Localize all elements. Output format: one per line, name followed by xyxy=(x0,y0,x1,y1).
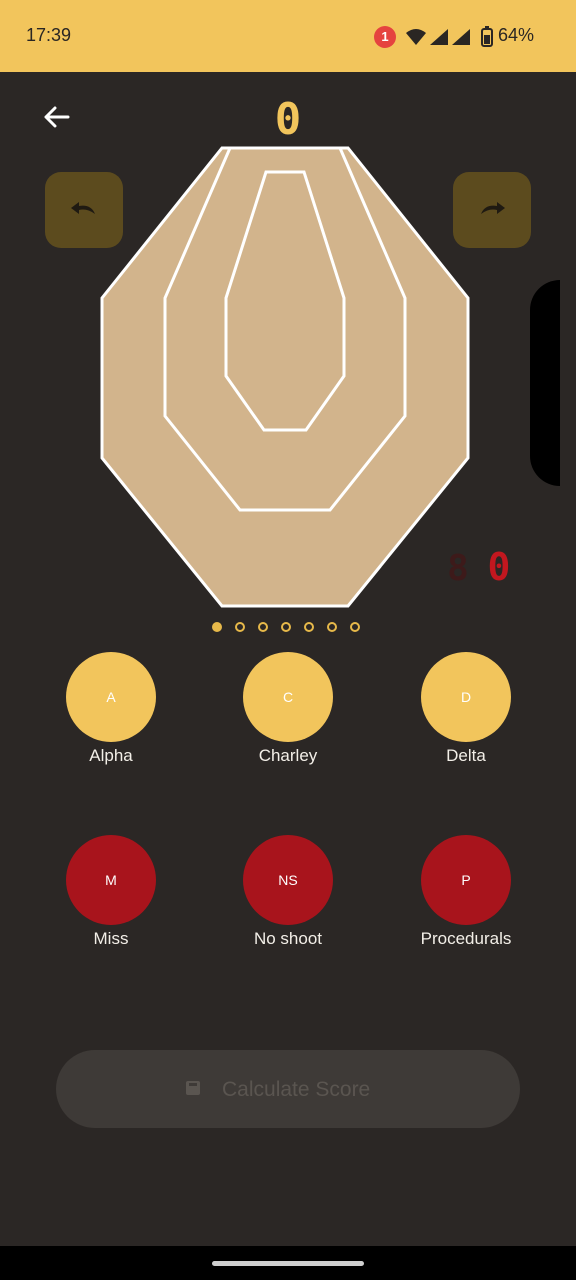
alpha-button[interactable]: A Alpha xyxy=(66,652,156,765)
signal-2-icon xyxy=(452,29,470,45)
page-dot[interactable] xyxy=(350,622,360,632)
page-dot[interactable] xyxy=(327,622,337,632)
miss-code: M xyxy=(66,835,156,925)
svg-text:0: 0 xyxy=(488,546,511,586)
undo-icon xyxy=(71,202,95,214)
miss-button[interactable]: M Miss xyxy=(66,835,156,948)
home-gesture-pill[interactable] xyxy=(212,1261,364,1266)
page-dot[interactable] xyxy=(235,622,245,632)
no-shoot-button[interactable]: NS No shoot xyxy=(243,835,333,948)
no-shoot-label: No shoot xyxy=(253,929,323,948)
target-page-indicator xyxy=(212,622,372,636)
calculate-score-button[interactable]: Calculate Score xyxy=(56,1050,520,1128)
delta-label: Delta xyxy=(446,746,486,765)
calculator-icon xyxy=(186,1081,200,1095)
penalty-score-display: 0 xyxy=(488,546,511,586)
navigation-bar xyxy=(0,1246,576,1280)
page-dot[interactable] xyxy=(212,622,222,632)
svg-text:8: 8 xyxy=(447,548,469,586)
procedurals-button[interactable]: P Procedurals xyxy=(421,835,511,948)
back-arrow-icon[interactable] xyxy=(40,100,74,134)
status-bar: 17:39 1 64% xyxy=(0,0,576,72)
battery-icon xyxy=(481,26,493,47)
wifi-icon xyxy=(406,29,426,45)
procedurals-label: Procedurals xyxy=(420,929,512,948)
page-dot[interactable] xyxy=(281,622,291,632)
svg-text:0: 0 xyxy=(275,96,302,140)
battery-percent: 64% xyxy=(498,25,535,45)
side-drawer-handle[interactable] xyxy=(530,280,560,486)
calculate-score-label: Calculate Score xyxy=(222,1078,371,1101)
notification-badge: 1 xyxy=(374,26,396,48)
charley-label: Charley xyxy=(258,746,318,765)
page-dot[interactable] xyxy=(258,622,268,632)
miss-label: Miss xyxy=(93,929,129,948)
procedurals-code: P xyxy=(421,835,511,925)
ipsc-target[interactable] xyxy=(100,146,470,608)
signal-icon xyxy=(430,29,448,45)
delta-button[interactable]: D Delta xyxy=(421,652,511,765)
delta-code: D xyxy=(421,652,511,742)
total-score-display: 0 xyxy=(275,96,302,140)
penalty-prefix-display: 8 xyxy=(447,548,469,586)
redo-icon xyxy=(481,202,505,214)
charley-button[interactable]: C Charley xyxy=(243,652,333,765)
page-dot[interactable] xyxy=(304,622,314,632)
no-shoot-code: NS xyxy=(243,835,333,925)
status-time: 17:39 xyxy=(26,25,72,45)
charley-code: C xyxy=(243,652,333,742)
alpha-code: A xyxy=(66,652,156,742)
target-outer xyxy=(100,146,470,608)
alpha-label: Alpha xyxy=(89,746,133,765)
